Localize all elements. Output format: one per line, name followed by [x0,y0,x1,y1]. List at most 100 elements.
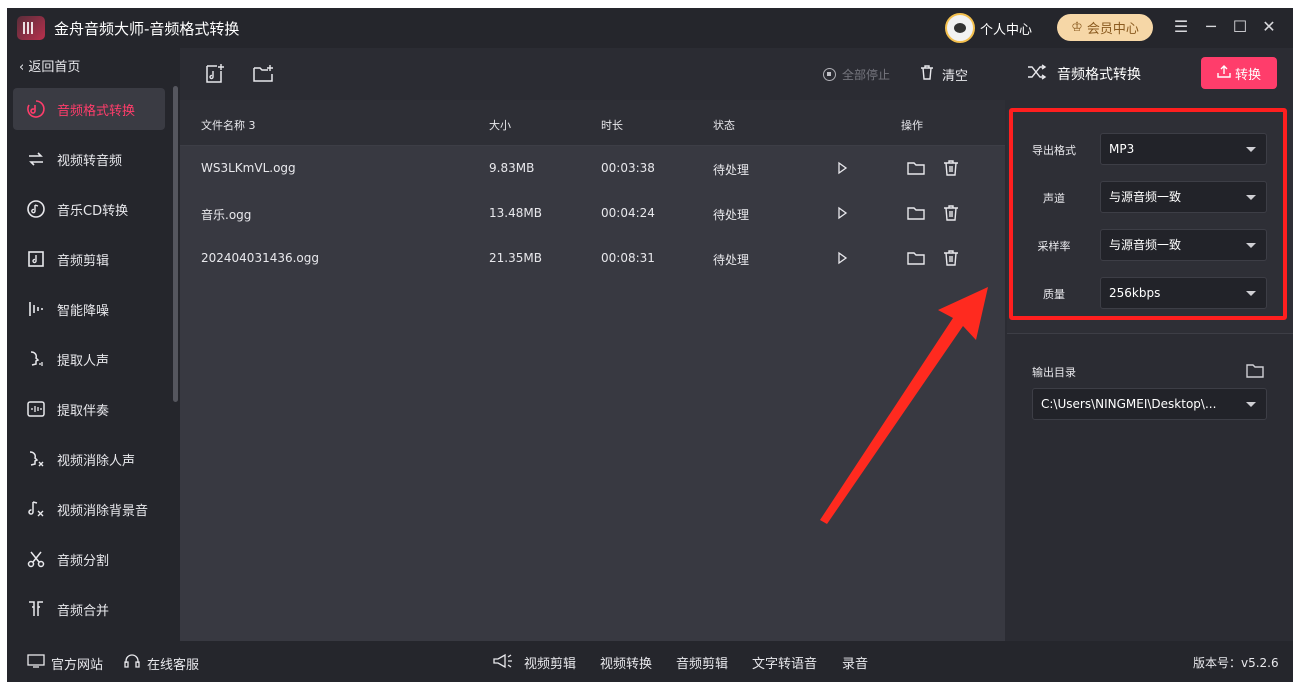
column-header-actions: 操作 [901,119,923,132]
delete-icon[interactable] [940,247,962,269]
merge-icon [25,598,47,620]
sidebar-item-remove-bgm[interactable]: 视频消除背景音 [13,488,165,530]
format-value: MP3 [1109,142,1135,156]
file-name: WS3LKmVL.ogg [201,161,296,175]
user-avatar[interactable] [945,13,975,43]
play-icon[interactable] [831,202,853,224]
online-service-label: 在线客服 [147,657,200,673]
app-window: 金舟音频大师-音频格式转换 个人中心 ♔ 会员中心 ☰ ─ ☐ ✕ ‹ 返回首页… [7,8,1293,682]
file-size: 13.48MB [489,206,542,220]
sidebar-item-vocal[interactable]: 提取人声 [13,338,165,380]
quality-value: 256kbps [1109,286,1161,300]
file-status: 待处理 [713,253,750,267]
browse-folder-icon[interactable] [1245,362,1265,380]
back-home-link[interactable]: ‹ 返回首页 [19,56,80,75]
remove-vocal-icon [25,448,47,470]
sidebar-item-cd[interactable]: 音乐CD转换 [13,188,165,230]
version-label: 版本号：v5.2.6 [1193,656,1279,670]
bottom-link-tts[interactable]: 文字转语音 [752,653,817,672]
sidebar-item-audio-convert[interactable]: 音频格式转换 [13,88,165,130]
add-folder-icon[interactable] [251,62,275,86]
sidebar-item-denoise[interactable]: 智能降噪 [13,288,165,330]
sidebar-item-label: 视频转音频 [57,153,123,169]
column-header-status: 状态 [713,119,735,132]
window-title: 金舟音频大师-音频格式转换 [54,20,240,38]
panel-title: 音频格式转换 [1027,64,1141,84]
minimize-icon[interactable]: ─ [1200,16,1222,38]
bottom-link-audio-edit[interactable]: 音频剪辑 [676,653,728,672]
remove-bgm-icon [25,498,47,520]
scissors-icon [25,548,47,570]
caret-down-icon [1246,147,1256,152]
table-row[interactable]: 202404031436.ogg 21.35MB 00:08:31 待处理 [180,236,1005,281]
cd-icon [25,198,47,220]
convert-label: 转换 [1234,67,1261,83]
online-service-link[interactable]: 在线客服 [123,653,199,673]
sidebar-item-label: 视频消除背景音 [57,503,149,519]
monitor-icon [27,653,45,673]
clear-button[interactable]: 清空 [920,65,968,84]
settings-panel: 音频格式转换 转换 导出格式 MP3 声道 与源音频一致 采样率 与源音频一致 … [1007,48,1293,641]
file-size: 9.83MB [489,161,535,175]
sidebar-item-split[interactable]: 音频分割 [13,538,165,580]
channel-select[interactable]: 与源音频一致 [1100,181,1267,213]
folder-icon[interactable] [905,202,927,224]
sidebar-item-audio-cut[interactable]: 音频剪辑 [13,238,165,280]
delete-icon[interactable] [940,157,962,179]
channel-label: 声道 [1043,192,1065,205]
file-duration: 00:04:24 [601,206,655,220]
sidebar-item-remove-vocal[interactable]: 视频消除人声 [13,438,165,480]
video-to-audio-icon [25,148,47,170]
bottom-link-record[interactable]: 录音 [842,653,868,672]
column-header-name: 文件名称 3 [201,119,256,132]
megaphone-icon [492,653,514,669]
folder-icon[interactable] [905,247,927,269]
quality-select[interactable]: 256kbps [1100,277,1267,309]
folder-icon[interactable] [905,157,927,179]
add-file-icon[interactable] [203,62,227,86]
file-duration: 00:08:31 [601,251,655,265]
shuffle-icon [1027,64,1047,84]
sidebar: ‹ 返回首页 音频格式转换 视频转音频 音乐CD转换 音频剪辑 智能降噪 提取人… [7,48,180,641]
sidebar-item-label: 提取伴奏 [57,403,110,419]
quality-label: 质量 [1043,288,1065,301]
table-header: 文件名称 3 大小 时长 状态 操作 [180,100,1005,146]
bottom-link-video-edit[interactable]: 视频剪辑 [524,653,576,672]
table-row[interactable]: 音乐.ogg 13.48MB 00:04:24 待处理 [180,191,1005,236]
app-logo [17,16,45,40]
official-website-link[interactable]: 官方网站 [27,653,103,673]
audio-cut-icon [25,248,47,270]
convert-button[interactable]: 转换 [1201,57,1277,89]
audio-convert-icon [25,98,47,120]
bottom-link-video-convert[interactable]: 视频转换 [600,653,652,672]
table-row[interactable]: WS3LKmVL.ogg 9.83MB 00:03:38 待处理 [180,146,1005,191]
sidebar-item-label: 视频消除人声 [57,453,136,469]
sidebar-scrollbar[interactable] [173,86,178,402]
channel-value: 与源音频一致 [1109,190,1182,204]
caret-down-icon [1246,402,1256,407]
sidebar-item-video-to-audio[interactable]: 视频转音频 [13,138,165,180]
official-website-label: 官方网站 [51,657,104,673]
sidebar-item-accompaniment[interactable]: 提取伴奏 [13,388,165,430]
vip-center-button[interactable]: ♔ 会员中心 [1057,14,1153,41]
chevron-left-icon: ‹ [19,60,29,75]
output-path-value: C:\Users\NINGMEI\Desktop\... [1041,397,1217,411]
menu-icon[interactable]: ☰ [1170,16,1192,38]
play-icon[interactable] [831,247,853,269]
file-duration: 00:03:38 [601,161,655,175]
trash-icon [920,65,934,84]
play-icon[interactable] [831,157,853,179]
title-bar: 金舟音频大师-音频格式转换 个人中心 ♔ 会员中心 ☰ ─ ☐ ✕ [7,8,1293,48]
column-header-size: 大小 [489,119,511,132]
sample-rate-select[interactable]: 与源音频一致 [1100,229,1267,261]
maximize-icon[interactable]: ☐ [1229,16,1251,38]
output-path-select[interactable]: C:\Users\NINGMEI\Desktop\... [1032,388,1267,420]
delete-icon[interactable] [940,202,962,224]
format-select[interactable]: MP3 [1100,133,1267,165]
sidebar-item-merge[interactable]: 音频合并 [13,588,165,630]
file-name: 202404031436.ogg [201,251,320,265]
settings-box: 导出格式 MP3 声道 与源音频一致 采样率 与源音频一致 质量 256kbps [1007,110,1293,334]
close-icon[interactable]: ✕ [1258,16,1280,38]
user-center-link[interactable]: 个人中心 [980,19,1032,38]
stop-all-button[interactable]: 全部停止 [823,66,890,83]
